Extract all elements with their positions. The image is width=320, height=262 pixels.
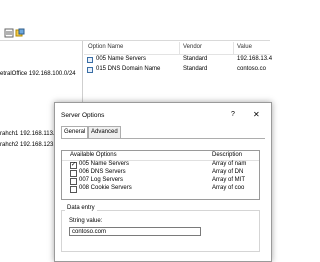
- available-options-list[interactable]: Available Options Description 005 Name S…: [61, 150, 260, 200]
- option-description: Array of DN: [212, 169, 244, 175]
- option-description: Array of coo: [212, 185, 245, 191]
- option-name: 007 Log Servers: [79, 177, 124, 183]
- option-icon: [87, 57, 93, 63]
- column-option-name[interactable]: Option Name: [88, 44, 123, 50]
- option-name: 005 Name Servers: [96, 56, 147, 62]
- option-checkbox[interactable]: [70, 186, 77, 193]
- column-vendor[interactable]: Vendor: [183, 44, 202, 50]
- option-row[interactable]: 007 Log Servers Array of MIT: [62, 177, 259, 185]
- option-checkbox[interactable]: [70, 178, 77, 185]
- option-row[interactable]: 006 DNS Servers Array of DN: [62, 169, 259, 177]
- option-icon: [87, 67, 93, 73]
- option-name: 015 DNS Domain Name: [96, 66, 161, 72]
- option-checkbox[interactable]: [70, 170, 77, 177]
- option-value: 192.168.13.4: [237, 56, 273, 62]
- option-row[interactable]: 005 Name Servers Array of nam: [62, 161, 259, 169]
- option-value: contoso.co: [237, 66, 267, 72]
- option-name: 006 DNS Servers: [79, 169, 126, 175]
- option-row[interactable]: 008 Cookie Servers Array of coo: [62, 185, 259, 193]
- close-button[interactable]: ✕: [253, 110, 260, 119]
- dialog-title: Server Options: [61, 112, 105, 119]
- server-options-dialog: Server Options ? ✕ General Advanced Avai…: [54, 102, 272, 262]
- option-vendor: Standard: [183, 66, 208, 72]
- tree-item-central-office[interactable]: etralOffice 192.168.100.0/24: [0, 71, 76, 77]
- option-name: 005 Name Servers: [79, 161, 130, 167]
- help-button[interactable]: ?: [231, 111, 235, 118]
- tree-item-branch2[interactable]: rahch2 192.168.123.1: [0, 142, 58, 148]
- column-description[interactable]: Description: [212, 152, 242, 158]
- column-available-options[interactable]: Available Options: [70, 152, 117, 158]
- properties-icon[interactable]: [15, 28, 25, 38]
- tree-item-branch1[interactable]: rahch1 192.168.113.1: [0, 131, 58, 137]
- toolbar: [0, 0, 270, 41]
- column-value[interactable]: Value: [237, 44, 252, 50]
- option-checkbox[interactable]: [70, 161, 77, 169]
- option-vendor: Standard: [183, 56, 208, 62]
- data-entry-label: Data entry: [65, 205, 97, 211]
- option-description: Array of nam: [212, 161, 247, 167]
- list-view-icon[interactable]: [4, 28, 14, 38]
- available-options-header: Available Options Description: [62, 151, 259, 161]
- list-item[interactable]: 005 Name Servers Standard 192.168.13.4: [84, 55, 273, 65]
- option-description: Array of MIT: [212, 177, 246, 183]
- list-item[interactable]: 015 DNS Domain Name Standard contoso.co: [84, 65, 270, 75]
- options-list-header: Option Name Vendor Value: [84, 42, 270, 55]
- tab-advanced[interactable]: Advanced: [88, 126, 121, 138]
- string-value-label: String value:: [69, 218, 103, 224]
- string-value-input[interactable]: contoso.com: [69, 227, 201, 236]
- option-name: 008 Cookie Servers: [79, 185, 132, 191]
